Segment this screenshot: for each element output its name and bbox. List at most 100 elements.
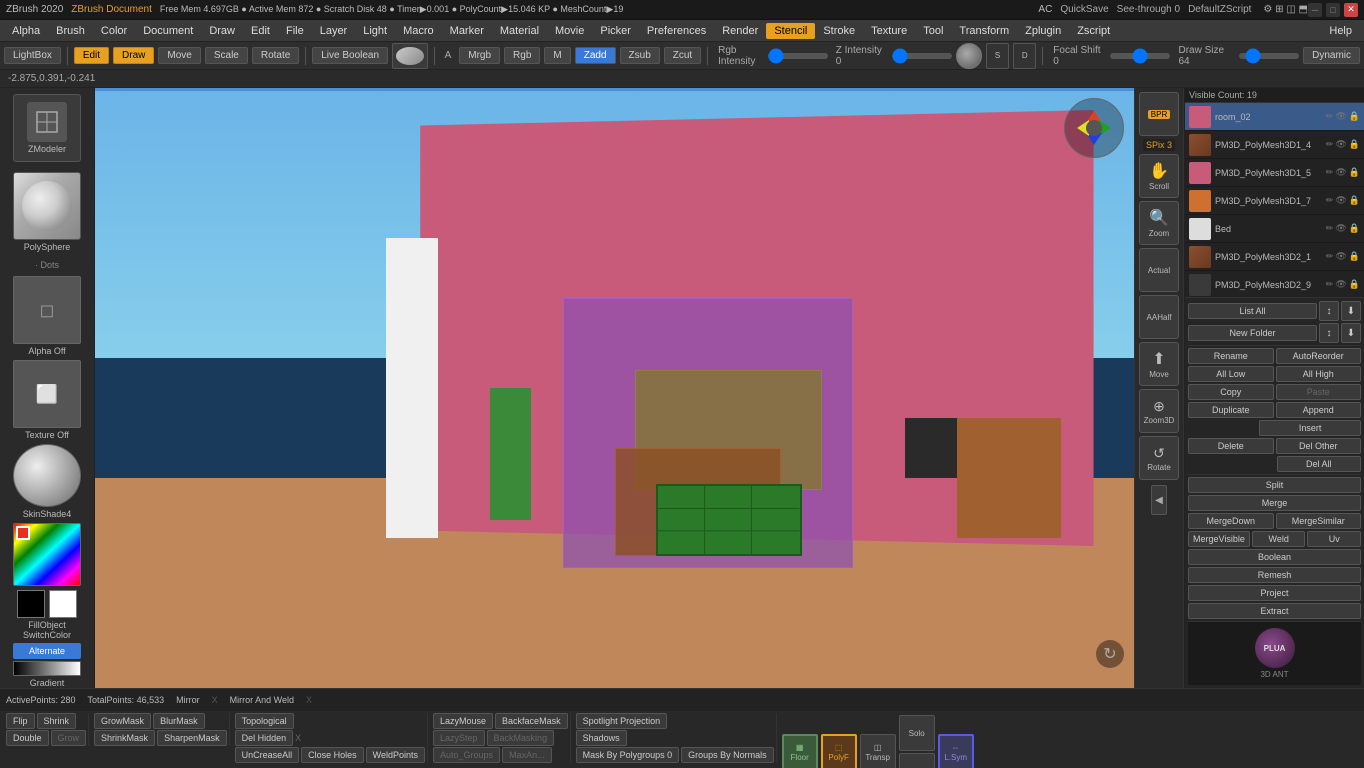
polyf-btn[interactable]: ⬚ PolyF — [821, 734, 857, 768]
eye-icon-room02[interactable]: 👁 — [1335, 111, 1346, 122]
copy-btn[interactable]: Copy — [1188, 384, 1274, 400]
uv-btn[interactable]: Uv — [1307, 531, 1361, 547]
black-swatch[interactable] — [17, 590, 45, 618]
strip-expand-btn[interactable]: ◀ — [1151, 485, 1167, 515]
aahalf-btn[interactable]: AAHalf — [1139, 295, 1179, 339]
folder-filter-btn[interactable]: ⬇ — [1341, 323, 1361, 343]
floor-btn[interactable]: ▦ Floor — [782, 734, 818, 768]
folder-sort-btn[interactable]: ↕ — [1319, 323, 1339, 343]
edit-icon-bed[interactable]: ✏ — [1326, 223, 1334, 234]
polysphere-thumb[interactable] — [13, 172, 81, 240]
eye-icon-1[interactable]: 👁 — [1335, 139, 1346, 150]
seethrough-btn[interactable]: See-through 0 — [1117, 4, 1180, 15]
minimize-btn[interactable]: ─ — [1308, 3, 1322, 17]
menu-zplugin[interactable]: Zplugin — [1017, 23, 1069, 39]
scale-btn[interactable]: Scale — [205, 47, 248, 64]
flip-btn[interactable]: Flip — [6, 713, 35, 729]
mesh-item-room02[interactable]: room_02 ✏ 👁 🔒 — [1185, 103, 1364, 131]
menu-brush[interactable]: Brush — [48, 23, 93, 39]
del-hidden-btn[interactable]: Del Hidden — [235, 730, 294, 746]
del-all-btn[interactable]: Del All — [1277, 456, 1362, 472]
del-other-btn[interactable]: Del Other — [1276, 438, 1362, 454]
backface-mask-btn[interactable]: BackfaceMask — [495, 713, 568, 729]
eye-icon-5[interactable]: 👁 — [1335, 251, 1346, 262]
gradient-btn[interactable] — [13, 661, 81, 676]
close-holes-btn[interactable]: Close Holes — [301, 747, 364, 763]
menu-picker[interactable]: Picker — [592, 23, 639, 39]
zoom-btn[interactable]: 🔍 Zoom — [1139, 201, 1179, 245]
z-intensity-slider[interactable] — [892, 53, 952, 59]
all-low-btn[interactable]: All Low — [1188, 366, 1274, 382]
insert-btn[interactable]: Insert — [1259, 420, 1361, 436]
maximize-btn[interactable]: □ — [1326, 3, 1340, 17]
menu-layer[interactable]: Layer — [312, 23, 356, 39]
mirror-key[interactable]: X — [212, 695, 218, 705]
zsub-btn[interactable]: Zsub — [620, 47, 660, 64]
menu-edit[interactable]: Edit — [243, 23, 278, 39]
extract-btn[interactable]: Extract — [1188, 603, 1361, 619]
list-sort-btn[interactable]: ↕ — [1319, 301, 1339, 321]
edit-icon-room02[interactable]: ✏ — [1326, 111, 1334, 122]
mesh-item-5[interactable]: PM3D_PolyMesh3D2_1 ✏ 👁 🔒 — [1185, 243, 1364, 271]
menu-texture[interactable]: Texture — [863, 23, 915, 39]
menu-material[interactable]: Material — [492, 23, 547, 39]
lock-icon-bed[interactable]: 🔒 — [1349, 223, 1360, 234]
shrink-btn[interactable]: Shrink — [37, 713, 77, 729]
live-boolean-btn[interactable]: Live Boolean — [312, 47, 388, 64]
list-all-btn[interactable]: List All — [1188, 303, 1317, 319]
grow-mask-btn[interactable]: GrowMask — [94, 713, 151, 729]
bpr-btn[interactable]: BPR — [1139, 92, 1179, 136]
solo-btn[interactable]: Solo — [899, 715, 935, 751]
rgb-btn[interactable]: Rgb — [504, 47, 540, 64]
center-canvas[interactable]: ↻ — [95, 88, 1134, 688]
menu-file[interactable]: File — [278, 23, 312, 39]
eye-icon-6[interactable]: 👁 — [1335, 279, 1346, 290]
duplicate-btn[interactable]: Duplicate — [1188, 402, 1274, 418]
auto-groups-btn[interactable]: Auto_Groups — [433, 747, 500, 763]
lazy-step-btn[interactable]: LazyStep — [433, 730, 485, 746]
menu-render[interactable]: Render — [714, 23, 766, 39]
move-3d-btn[interactable]: ⬆ Move — [1139, 342, 1179, 386]
menu-stencil[interactable]: Stencil — [766, 23, 815, 39]
mesh-item-bed[interactable]: Bed ✏ 👁 🔒 — [1185, 215, 1364, 243]
brush-icon[interactable] — [392, 43, 428, 69]
shrink-mask-btn[interactable]: ShrinkMask — [94, 730, 155, 746]
shadows-btn[interactable]: Shadows — [576, 730, 627, 746]
lock-icon-3[interactable]: 🔒 — [1349, 195, 1360, 206]
floor-toggle[interactable]: D — [1013, 43, 1036, 69]
m-btn[interactable]: M — [544, 47, 570, 64]
list-filter-btn[interactable]: ⬇ — [1341, 301, 1361, 321]
spotlight-proj-btn[interactable]: Spotlight Projection — [576, 713, 668, 729]
menu-alpha[interactable]: Alpha — [4, 23, 48, 39]
draw-size-slider[interactable] — [1239, 53, 1299, 59]
grow-btn[interactable]: Grow — [51, 730, 87, 746]
dynamic-btn[interactable]: Dynamic — [1303, 47, 1360, 64]
weld-points-btn[interactable]: WeldPoints — [366, 747, 425, 763]
mesh-item-2[interactable]: PM3D_PolyMesh3D1_5 ✏ 👁 🔒 — [1185, 159, 1364, 187]
edit-icon-3[interactable]: ✏ — [1326, 195, 1334, 206]
blur-mask-btn[interactable]: BlurMask — [153, 713, 205, 729]
menu-light[interactable]: Light — [355, 23, 395, 39]
menu-document[interactable]: Document — [135, 23, 201, 39]
lock-icon-5[interactable]: 🔒 — [1349, 251, 1360, 262]
project-btn[interactable]: Project — [1188, 585, 1361, 601]
perspective-toggle[interactable]: S — [986, 43, 1009, 69]
focal-shift-slider[interactable] — [1110, 53, 1170, 59]
color-picker[interactable] — [13, 523, 81, 586]
spix-btn[interactable]: SPix 3 — [1143, 139, 1175, 151]
mirror-weld-key[interactable]: X — [306, 695, 312, 705]
mesh-item-6[interactable]: PM3D_PolyMesh3D2_9 ✏ 👁 🔒 — [1185, 271, 1364, 297]
split-btn[interactable]: Split — [1188, 477, 1361, 493]
zadd-btn[interactable]: Zadd — [575, 47, 616, 64]
menu-transform[interactable]: Transform — [951, 23, 1017, 39]
edit-icon-6[interactable]: ✏ — [1326, 279, 1334, 290]
zmodeler-btn[interactable]: ZModeler — [13, 94, 81, 162]
nav-sphere[interactable] — [956, 43, 982, 69]
transp-btn[interactable]: ◫ Transp — [860, 734, 896, 768]
menu-marker[interactable]: Marker — [442, 23, 492, 39]
lock-icon-2[interactable]: 🔒 — [1349, 167, 1360, 178]
alpha-thumb[interactable]: ◻ — [13, 276, 81, 344]
nav-gizmo[interactable] — [1064, 98, 1124, 158]
refresh-btn[interactable]: ↻ — [1096, 640, 1124, 668]
menu-tool[interactable]: Tool — [915, 23, 951, 39]
